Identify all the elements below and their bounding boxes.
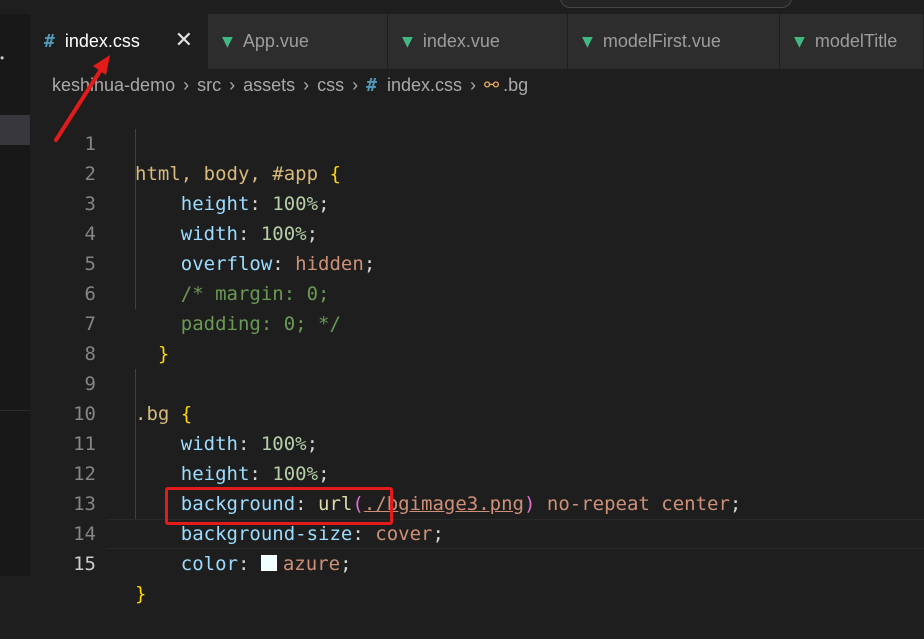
brace: }: [135, 583, 147, 605]
annotation-arrow: [54, 55, 110, 142]
